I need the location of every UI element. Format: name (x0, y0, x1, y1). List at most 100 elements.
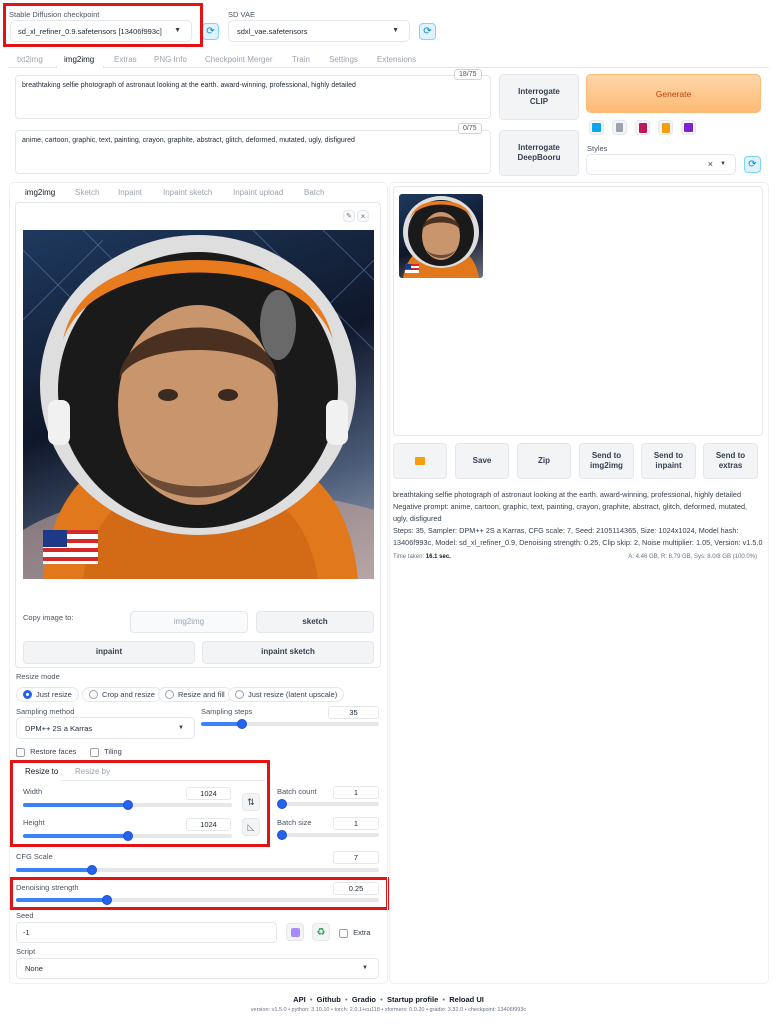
resize-option-just-resize[interactable]: Just resize (16, 687, 79, 702)
show-extra-networks-button[interactable] (635, 120, 650, 135)
slider-thumb[interactable] (277, 799, 287, 809)
tab-settings[interactable]: Settings (329, 55, 358, 64)
detect-size-button[interactable]: ◺ (242, 818, 260, 836)
sampling-steps-input[interactable]: 35 (328, 706, 379, 719)
save-style-button[interactable] (681, 120, 696, 135)
denoising-slider[interactable] (16, 895, 379, 905)
seed-extra-checkbox[interactable]: Extra (339, 928, 371, 938)
read-params-button[interactable] (658, 120, 673, 135)
send-to-img2img-button[interactable]: Send to img2img (579, 443, 634, 479)
styles-dropdown[interactable]: × ▼ (586, 154, 736, 175)
footer-link-reload-ui[interactable]: Reload UI (449, 995, 484, 1004)
chevron-down-icon: ▼ (178, 725, 184, 731)
subtab-img2img[interactable]: img2img (25, 188, 55, 197)
slider-thumb[interactable] (87, 865, 98, 875)
height-input[interactable]: 1024 (186, 818, 231, 831)
tab-train[interactable]: Train (292, 55, 310, 64)
footer-link-github[interactable]: Github (317, 995, 341, 1004)
subtab-sketch[interactable]: Sketch (75, 188, 99, 197)
tab-txt2img[interactable]: txt2img (17, 55, 43, 64)
negative-token-counter: 0/75 (458, 123, 482, 134)
subtab-inpaint[interactable]: Inpaint (118, 188, 142, 197)
refresh-icon: ⟳ (206, 26, 215, 37)
refresh-styles-button[interactable]: ⟳ (744, 156, 761, 173)
refresh-vae-button[interactable]: ⟳ (419, 23, 436, 40)
save-button[interactable]: Save (455, 443, 509, 479)
tab-extensions[interactable]: Extensions (377, 55, 416, 64)
tab-resize-by[interactable]: Resize by (75, 767, 110, 776)
interrogate-clip-button[interactable]: Interrogate CLIP (499, 74, 579, 120)
slider-thumb[interactable] (122, 831, 133, 841)
batch-size-input[interactable]: 1 (333, 817, 379, 830)
swap-icon: ⇅ (247, 796, 255, 807)
copy-to-inpaint-button[interactable]: inpaint (23, 641, 195, 664)
width-slider[interactable] (23, 800, 232, 810)
resize-option-fill[interactable]: Resize and fill (158, 687, 232, 702)
copy-to-img2img-button[interactable]: img2img (130, 611, 248, 633)
vae-dropdown[interactable]: sdxl_vae.safetensors ▼ (228, 20, 410, 42)
subtab-batch[interactable]: Batch (304, 188, 324, 197)
resize-option-crop[interactable]: Crop and resize (82, 687, 162, 702)
restore-faces-checkbox[interactable]: Restore faces (16, 747, 76, 757)
footer-link-startup-profile[interactable]: Startup profile (387, 995, 438, 1004)
send-to-inpaint-button[interactable]: Send to inpaint (641, 443, 696, 479)
width-input[interactable]: 1024 (186, 787, 231, 800)
highlight-denoising (10, 877, 389, 910)
footer-link-api[interactable]: API (293, 995, 306, 1004)
resize-option-latent[interactable]: Just resize (latent upscale) (228, 687, 345, 702)
apply-style-button[interactable] (589, 120, 604, 135)
tiling-checkbox[interactable]: Tiling (90, 747, 122, 757)
denoising-input[interactable]: 0.25 (333, 882, 379, 895)
script-dropdown[interactable]: None ▼ (16, 958, 379, 979)
footer-separator: • (307, 995, 315, 1004)
footer-link-gradio[interactable]: Gradio (352, 995, 376, 1004)
subtab-inpaint-sketch[interactable]: Inpaint sketch (163, 188, 212, 197)
open-folder-button[interactable] (393, 443, 447, 479)
batch-count-slider[interactable] (277, 799, 379, 809)
script-value: None (25, 964, 43, 973)
slider-thumb[interactable] (277, 830, 287, 840)
slider-thumb[interactable] (101, 895, 112, 905)
sampling-steps-slider[interactable] (201, 719, 379, 729)
radio-icon (23, 690, 32, 699)
tab-img2img[interactable]: img2img (64, 55, 94, 64)
reuse-seed-button[interactable]: ♻ (312, 923, 330, 941)
batch-count-input[interactable]: 1 (333, 786, 379, 799)
batch-size-slider[interactable] (277, 830, 379, 840)
interrogate-deepbooru-button[interactable]: Interrogate DeepBooru (499, 130, 579, 176)
tabs-divider (8, 67, 769, 68)
random-seed-button[interactable] (286, 923, 304, 941)
sampling-method-dropdown[interactable]: DPM++ 2S a Karras ▼ (16, 717, 195, 739)
edit-image-button[interactable]: ✎ (343, 210, 355, 222)
cfg-scale-slider[interactable] (16, 865, 379, 875)
copy-to-sketch-button[interactable]: sketch (256, 611, 374, 633)
copy-to-inpaint-sketch-button[interactable]: inpaint sketch (202, 641, 374, 664)
generate-button[interactable]: Generate (586, 74, 761, 113)
tab-checkpoint-merger[interactable]: Checkpoint Merger (205, 55, 273, 64)
refresh-checkpoint-button[interactable]: ⟳ (202, 23, 219, 40)
height-slider[interactable] (23, 831, 232, 841)
slider-thumb[interactable] (122, 800, 133, 810)
swap-dimensions-button[interactable]: ⇅ (242, 793, 260, 811)
negative-prompt-text: anime, cartoon, graphic, text, painting,… (22, 137, 355, 144)
tab-png-info[interactable]: PNG Info (154, 55, 187, 64)
output-thumbnail[interactable] (399, 194, 483, 278)
slider-thumb[interactable] (236, 719, 247, 729)
clipboard-icon (661, 122, 670, 133)
zip-button[interactable]: Zip (517, 443, 571, 479)
clear-prompt-button[interactable] (612, 120, 627, 135)
prompt-input[interactable]: breathtaking selfie photograph of astron… (15, 75, 491, 119)
clear-image-button[interactable]: × (357, 210, 369, 222)
subtab-inpaint-upload[interactable]: Inpaint upload (233, 188, 283, 197)
refresh-icon: ⟳ (423, 26, 432, 37)
tab-extras[interactable]: Extras (114, 55, 137, 64)
input-image[interactable] (23, 230, 374, 579)
cfg-scale-input[interactable]: 7 (333, 851, 379, 864)
clear-icon[interactable]: × (708, 159, 713, 169)
footer-separator: • (440, 995, 448, 1004)
send-to-extras-button[interactable]: Send to extras (703, 443, 758, 479)
tab-resize-to[interactable]: Resize to (25, 767, 58, 776)
seed-input[interactable]: -1 (16, 922, 277, 943)
checkpoint-dropdown[interactable]: sd_xl_refiner_0.9.safetensors [13406f993… (10, 20, 192, 42)
negative-prompt-input[interactable]: anime, cartoon, graphic, text, painting,… (15, 130, 491, 174)
